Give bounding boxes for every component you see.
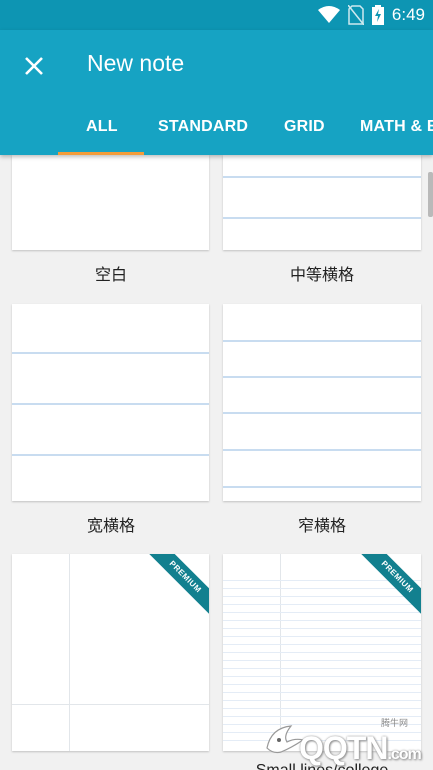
app-bar: New note ALL STANDARD GRID MATH & E [0, 30, 433, 155]
status-icons: 6:49 [317, 4, 425, 26]
status-bar: 6:49 [0, 0, 433, 30]
close-button[interactable] [20, 52, 48, 80]
wifi-icon [317, 6, 340, 23]
tab-indicator [58, 152, 144, 155]
tab-grid[interactable]: GRID [284, 118, 325, 136]
ruled-line [223, 449, 421, 451]
watermark-logo: 腾牛网 QQTN.com [261, 712, 422, 768]
battery-charging-icon [371, 5, 384, 25]
template-card-medium-lines[interactable] [223, 155, 421, 250]
ruled-line [223, 700, 421, 701]
scrollbar[interactable] [428, 172, 433, 217]
ruled-line [223, 660, 421, 661]
ruled-line [223, 176, 421, 178]
page-title: New note [87, 50, 185, 76]
watermark-brand: QQTN.com [299, 730, 422, 767]
watermark-brand-text: QQTN [299, 730, 388, 766]
watermark-subtitle: 腾牛网 [381, 718, 409, 728]
ruled-line [223, 376, 421, 378]
ruled-line [12, 403, 209, 405]
no-sim-icon [347, 5, 364, 25]
tab-bar: ALL STANDARD GRID MATH & E [0, 110, 433, 155]
template-label-wide-lines: 宽横格 [86, 518, 135, 535]
tab-math[interactable]: MATH & E [360, 118, 433, 136]
ruled-line [223, 692, 421, 693]
ruled-line [223, 668, 421, 669]
template-label-medium-lines: 中等横格 [289, 267, 354, 284]
premium-ribbon: PREMIUM [143, 554, 209, 619]
premium-ribbon: PREMIUM [355, 554, 421, 619]
ruled-line [223, 644, 421, 645]
ruled-line [223, 340, 421, 342]
template-card-cornell[interactable]: PREMIUM [12, 554, 209, 751]
close-icon [25, 57, 43, 75]
ruled-line [223, 596, 421, 597]
ruled-line [12, 352, 209, 354]
ruled-line [223, 676, 421, 677]
status-time: 6:49 [391, 5, 425, 24]
ruled-line [223, 486, 421, 488]
template-card-wide-lines[interactable] [12, 304, 209, 501]
ruled-line [223, 684, 421, 685]
ruled-line [223, 412, 421, 414]
ruled-line [223, 620, 421, 621]
ruled-line [12, 454, 209, 456]
ruled-line [223, 604, 421, 605]
ruled-line [223, 217, 421, 219]
summary-line [12, 704, 209, 705]
ruled-line [223, 708, 421, 709]
tab-all[interactable]: ALL [86, 118, 118, 136]
margin-line [69, 554, 70, 751]
template-card-blank[interactable] [12, 155, 209, 250]
template-grid: 空白 中等横格 宽横格 窄横格 PREMIUM PREMIUM [0, 155, 433, 770]
watermark-brand-suffix: .com [387, 746, 421, 763]
ruled-line [223, 612, 421, 613]
ruled-line [223, 636, 421, 637]
template-label-blank: 空白 [94, 267, 127, 284]
ruled-line [223, 628, 421, 629]
tab-standard[interactable]: STANDARD [158, 118, 248, 136]
ruled-line [223, 652, 421, 653]
ruled-line [223, 588, 421, 589]
template-card-narrow-lines[interactable] [223, 304, 421, 501]
template-label-narrow-lines: 窄横格 [297, 518, 346, 535]
